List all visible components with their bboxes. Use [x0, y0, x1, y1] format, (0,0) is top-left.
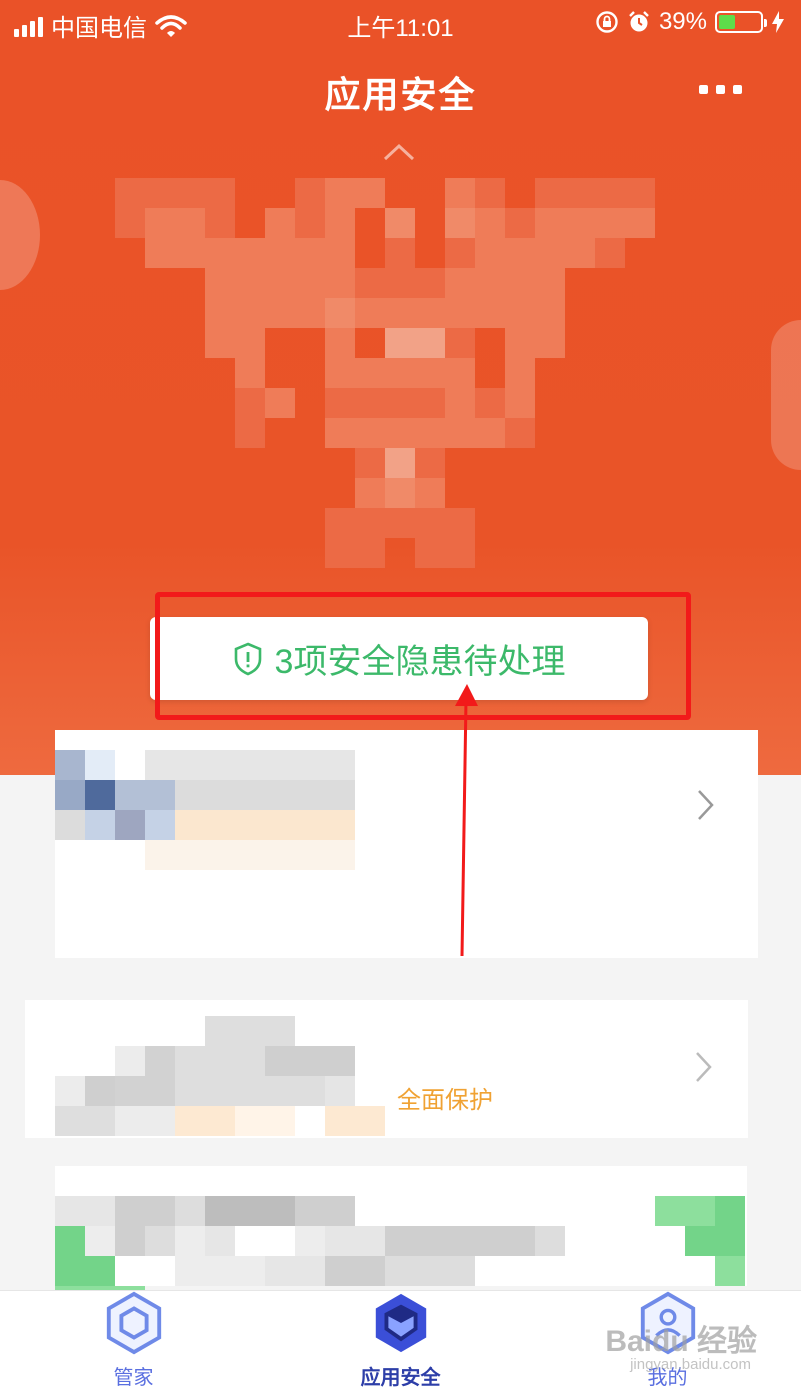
blurred-card-content	[55, 750, 385, 870]
battery-icon	[715, 11, 767, 33]
baidu-jingyan-watermark: Baidu 经验	[605, 1325, 757, 1358]
tab-label: 应用安全	[360, 1367, 441, 1389]
more-dots-icon[interactable]	[699, 74, 749, 104]
annotation-highlight-box	[155, 592, 691, 720]
nav-bar: 应用安全	[0, 60, 801, 120]
status-bar: 中国电信 上午11:01 39%	[0, 0, 801, 44]
blurred-card-content	[55, 1016, 385, 1136]
chevron-right-icon	[696, 1052, 712, 1082]
hero-glow-right	[771, 320, 801, 470]
feature-card-2[interactable]: 全面保护	[25, 1000, 748, 1138]
battery-percent: 39%	[658, 8, 707, 35]
tab-app-security[interactable]: 应用安全	[267, 1291, 534, 1394]
watermark-url: jingyan.baidu.com	[630, 1356, 751, 1373]
annotation-arrow	[455, 684, 478, 957]
chevron-right-icon	[698, 790, 714, 820]
card-promo-text: 全面保护	[397, 1087, 493, 1114]
chevron-up-icon[interactable]	[382, 142, 416, 162]
page-title: 应用安全	[324, 74, 477, 115]
tab-butler[interactable]: 管家	[0, 1291, 267, 1394]
alarm-icon	[629, 11, 649, 32]
tab-label: 管家	[113, 1367, 154, 1389]
feature-card-1[interactable]	[55, 730, 758, 958]
charging-bolt-icon	[772, 11, 784, 33]
rotation-lock-icon	[596, 11, 618, 33]
hero-glow-left	[0, 180, 40, 290]
feature-card-3[interactable]	[55, 1166, 747, 1316]
hexagon-shield-icon	[375, 1293, 426, 1353]
blurred-security-illustration	[115, 178, 685, 568]
hexagon-ring-icon	[106, 1291, 161, 1355]
